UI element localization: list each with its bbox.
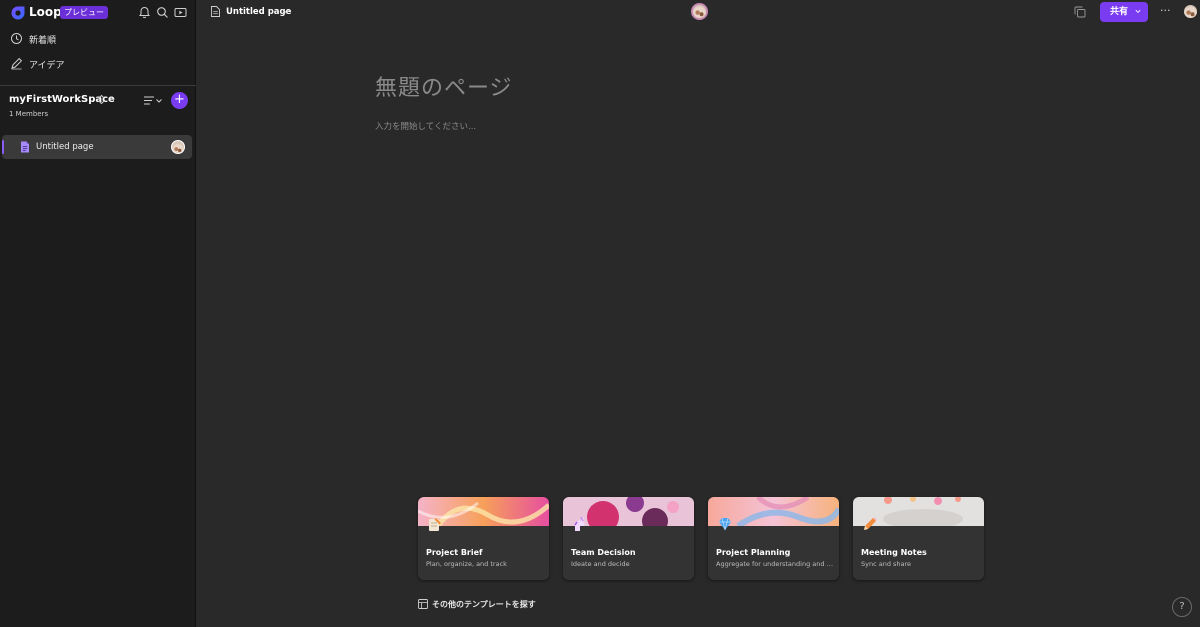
- share-button-label: 共有: [1110, 7, 1129, 17]
- pen-icon: [10, 57, 23, 70]
- nav-item-ideas[interactable]: アイデア: [8, 54, 188, 74]
- template-card-meeting-notes[interactable]: Meeting Notes Sync and share: [853, 497, 984, 580]
- template-card-project-planning[interactable]: Project Planning Aggregate for understan…: [708, 497, 839, 580]
- video-icon[interactable]: [174, 6, 187, 19]
- workspace-members: 1 Members: [9, 110, 49, 118]
- preview-badge: プレビュー: [60, 6, 108, 19]
- chevron-up-down-icon[interactable]: [97, 94, 106, 105]
- share-button[interactable]: 共有: [1100, 2, 1148, 22]
- divider: [0, 85, 196, 86]
- add-page-button[interactable]: +: [171, 92, 188, 109]
- sidebar-header: Loop プレビュー: [0, 0, 196, 26]
- loop-logo-icon[interactable]: [10, 5, 26, 21]
- clock-icon: [10, 32, 23, 45]
- pencil-icon: [864, 517, 877, 530]
- unicorn-icon: [574, 516, 585, 531]
- help-button[interactable]: ?: [1172, 597, 1192, 617]
- more-templates-label: その他のテンプレートを探す: [432, 600, 536, 609]
- template-card-team-decision[interactable]: Team Decision Ideate and decide: [563, 497, 694, 580]
- template-card-project-brief[interactable]: Project Brief Plan, organize, and track: [418, 497, 549, 580]
- nav-item-recent[interactable]: 新着順: [8, 29, 188, 49]
- user-avatar[interactable]: [1184, 5, 1197, 18]
- sidebar: Loop プレビュー 新着順 アイデア myFirstWorkSpace 1 M…: [0, 0, 196, 627]
- notebook-pencil-icon: [429, 518, 441, 531]
- copy-icon[interactable]: [1074, 6, 1086, 18]
- page-label: Untitled page: [36, 142, 94, 152]
- collaborator-avatar[interactable]: [691, 3, 708, 20]
- sort-menu-icon[interactable]: [143, 95, 163, 106]
- template-description: Aggregate for understanding and alignmen…: [716, 560, 834, 568]
- nav-item-label: アイデア: [29, 61, 65, 71]
- selection-indicator: [2, 140, 4, 154]
- chevron-down-icon: [1135, 9, 1141, 14]
- template-name: Project Brief: [426, 548, 483, 557]
- page-icon: [21, 141, 29, 153]
- app-name: Loop: [29, 5, 62, 19]
- template-name: Project Planning: [716, 548, 791, 557]
- search-icon[interactable]: [156, 6, 169, 19]
- template-gallery-icon: [418, 599, 428, 609]
- more-options-button[interactable]: ···: [1160, 4, 1171, 17]
- page-heading-placeholder[interactable]: 無題のページ: [375, 70, 513, 102]
- bell-icon[interactable]: [138, 6, 151, 19]
- document-icon: [211, 6, 220, 17]
- template-name: Team Decision: [571, 548, 636, 557]
- template-description: Sync and share: [861, 560, 912, 568]
- body-placeholder[interactable]: 入力を開始してください...: [375, 120, 476, 132]
- template-description: Ideate and decide: [571, 560, 630, 568]
- sidebar-page-item[interactable]: Untitled page: [2, 135, 192, 159]
- template-description: Plan, organize, and track: [426, 560, 507, 568]
- chevron-down-icon[interactable]: [283, 9, 290, 15]
- gem-icon: [719, 517, 731, 531]
- nav-item-label: 新着順: [29, 36, 57, 46]
- avatar: [171, 140, 185, 154]
- template-name: Meeting Notes: [861, 548, 927, 557]
- page-title-breadcrumb[interactable]: Untitled page: [226, 7, 291, 17]
